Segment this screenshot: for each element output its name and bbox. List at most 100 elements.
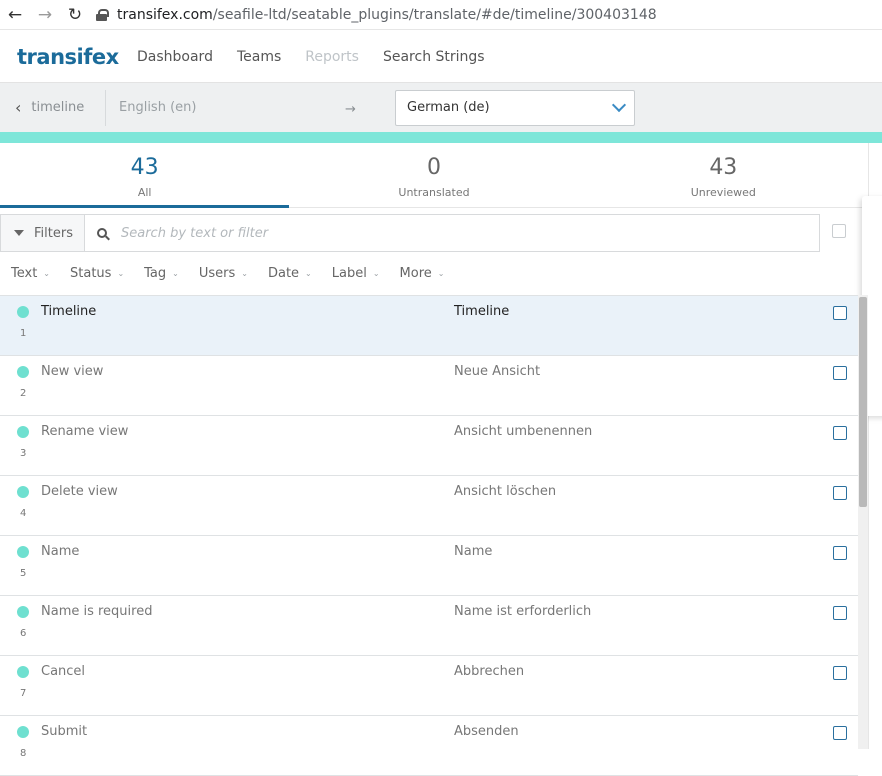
chevron-down-icon: ⌄	[43, 268, 50, 278]
chevron-down-icon	[611, 97, 627, 113]
progress-band	[0, 132, 882, 143]
select-all-checkbox[interactable]	[832, 224, 846, 238]
status-dot-icon	[17, 366, 29, 378]
dropdown-label-label: Label	[331, 265, 367, 281]
tab-untranslated-count: 0	[426, 155, 441, 180]
string-index: 3	[20, 448, 27, 459]
filters-button[interactable]: Filters	[0, 214, 84, 252]
status-dot-icon	[17, 726, 29, 738]
reload-icon[interactable]: ↻	[60, 0, 90, 30]
source-string: New view	[41, 364, 104, 379]
source-string: Name	[41, 544, 80, 559]
column-filters: Text ⌄ Status ⌄ Tag ⌄ Users ⌄ Date ⌄ Label ⌄ M…	[0, 262, 860, 284]
main-nav: Dashboard Teams Reports Search Strings	[137, 49, 509, 65]
url-path: /seafile-ltd/seatable_plugins/translate/…	[212, 6, 657, 23]
translation-string: Name ist erforderlich	[454, 604, 592, 619]
nav-teams[interactable]: Teams	[237, 49, 281, 65]
translation-string: Neue Ansicht	[454, 364, 541, 379]
dropdown-status[interactable]: Status ⌄	[70, 266, 124, 281]
status-dot-icon	[17, 546, 29, 558]
app-header: transifex Dashboard Teams Reports Search…	[0, 31, 882, 83]
address-bar[interactable]: transifex.com/seafile-ltd/seatable_plugi…	[96, 7, 657, 23]
tab-all-count: 43	[130, 155, 159, 180]
target-language-value: German (de)	[407, 100, 490, 115]
chevron-down-icon: ⌄	[172, 268, 179, 278]
status-dot-icon	[17, 606, 29, 618]
dropdown-tag-label: Tag	[144, 265, 167, 281]
tab-untranslated[interactable]: 0 Untranslated	[289, 143, 578, 207]
string-stats-tabs: 43 All 0 Untranslated 43 Unreviewed	[0, 143, 868, 208]
language-arrow-icon: →	[345, 102, 356, 117]
source-string: Cancel	[41, 664, 86, 679]
string-index: 1	[20, 328, 27, 339]
status-dot-icon	[17, 486, 29, 498]
tab-unreviewed-count: 43	[709, 155, 738, 180]
row-checkbox[interactable]	[833, 666, 847, 680]
row-checkbox[interactable]	[833, 306, 847, 320]
chevron-down-icon: ⌄	[241, 268, 248, 278]
table-row[interactable]: Name 5 Name	[0, 536, 858, 596]
url-host: transifex.com	[117, 6, 213, 23]
status-dot-icon	[17, 426, 29, 438]
back-arrow-icon[interactable]: ←	[0, 0, 30, 30]
dropdown-label[interactable]: Label ⌄	[332, 266, 380, 281]
row-checkbox[interactable]	[833, 726, 847, 740]
table-row[interactable]: Timeline 1 Timeline	[0, 296, 858, 356]
nav-search-strings[interactable]: Search Strings	[383, 49, 485, 65]
string-index: 2	[20, 388, 27, 399]
lock-icon	[96, 8, 109, 21]
dropdown-status-label: Status	[70, 265, 112, 281]
transifex-logo[interactable]: transifex	[17, 45, 137, 69]
translation-string: Ansicht löschen	[454, 484, 557, 499]
string-index: 5	[20, 568, 27, 579]
language-bar: ‹ timeline English (en) → German (de)	[0, 83, 882, 132]
table-row[interactable]: New view 2 Neue Ansicht	[0, 356, 858, 416]
row-checkbox[interactable]	[833, 366, 847, 380]
status-dot-icon	[17, 666, 29, 678]
table-row[interactable]: Name is required 6 Name ist erforderlich	[0, 596, 858, 656]
translation-string: Absenden	[454, 724, 519, 739]
tab-all-label: All	[137, 186, 152, 199]
tab-unreviewed-label: Unreviewed	[690, 186, 756, 199]
tab-all[interactable]: 43 All	[0, 143, 290, 208]
dropdown-text[interactable]: Text ⌄	[11, 266, 50, 281]
search-box[interactable]	[84, 214, 820, 252]
back-to-resource-link[interactable]: ‹ timeline	[0, 89, 106, 126]
tab-unreviewed[interactable]: 43 Unreviewed	[579, 143, 868, 207]
nav-reports: Reports	[305, 48, 359, 65]
translation-string: Ansicht umbenennen	[454, 424, 593, 439]
dropdown-date[interactable]: Date ⌄	[268, 266, 312, 281]
dropdown-users[interactable]: Users ⌄	[199, 266, 248, 281]
back-link-label: timeline	[31, 100, 85, 115]
chevron-down-icon: ⌄	[437, 268, 445, 278]
row-checkbox[interactable]	[833, 606, 847, 620]
translation-string: Timeline	[454, 304, 510, 319]
filters-row: Filters	[0, 214, 860, 252]
browser-toolbar: ← → ↻ transifex.com/seafile-ltd/seatable…	[0, 0, 882, 30]
row-checkbox[interactable]	[833, 546, 847, 560]
table-row[interactable]: Cancel 7 Abbrechen	[0, 656, 858, 716]
nav-dashboard[interactable]: Dashboard	[137, 49, 213, 65]
forward-arrow-icon[interactable]: →	[30, 0, 60, 30]
funnel-icon	[14, 230, 24, 236]
status-dot-icon	[17, 306, 29, 318]
chevron-down-icon: ⌄	[117, 268, 125, 278]
table-row[interactable]: Rename view 3 Ansicht umbenennen	[0, 416, 858, 476]
translation-string: Name	[454, 544, 493, 559]
row-checkbox[interactable]	[833, 486, 847, 500]
dropdown-more-label: More	[399, 265, 432, 281]
search-icon	[97, 228, 107, 238]
search-input[interactable]	[121, 225, 771, 241]
table-row[interactable]: Delete view 4 Ansicht löschen	[0, 476, 858, 536]
table-row[interactable]: Submit 8 Absenden	[0, 716, 858, 776]
dropdown-more[interactable]: More ⌄	[400, 266, 445, 281]
source-language: English (en)	[119, 100, 197, 115]
source-string: Submit	[41, 724, 88, 739]
target-language-select[interactable]: German (de)	[395, 89, 635, 126]
scrollbar-thumb[interactable]	[859, 297, 867, 507]
source-string: Rename view	[41, 424, 129, 439]
dropdown-tag[interactable]: Tag ⌄	[144, 266, 179, 281]
source-string: Timeline	[41, 304, 97, 319]
string-index: 7	[20, 688, 27, 699]
row-checkbox[interactable]	[833, 426, 847, 440]
